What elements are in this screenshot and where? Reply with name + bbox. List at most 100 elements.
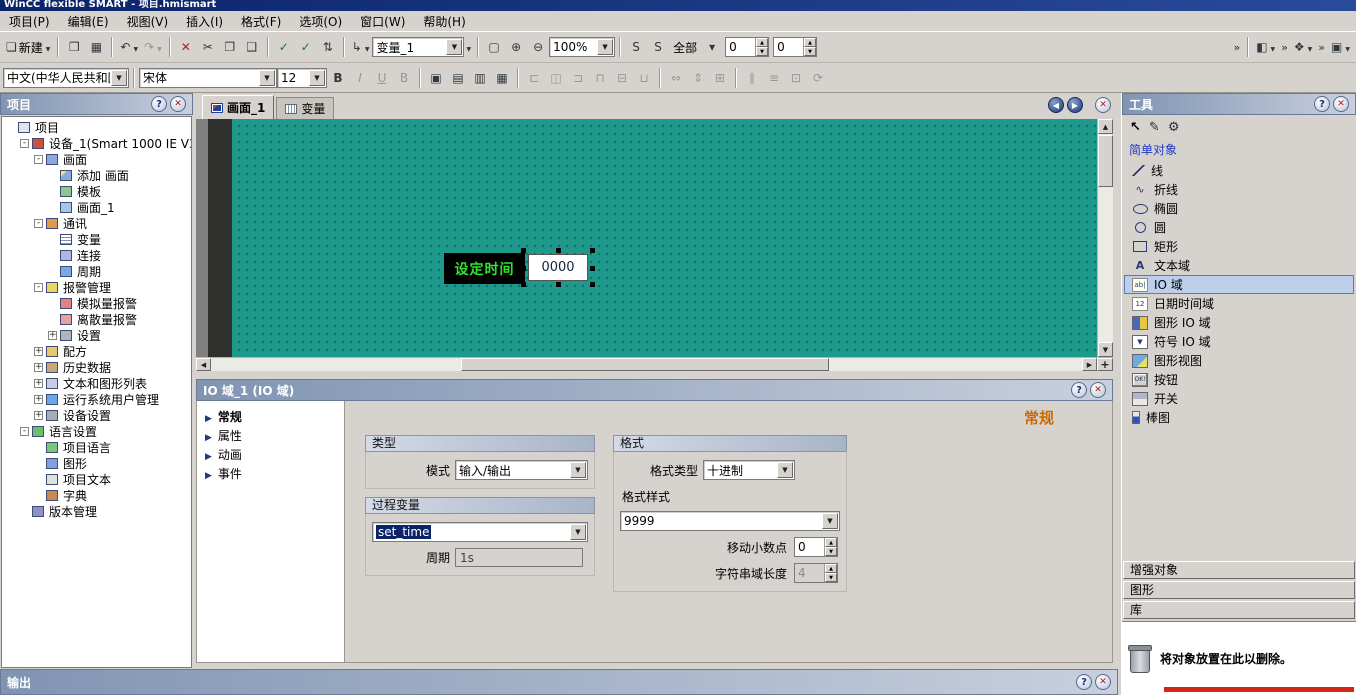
tools-section-0[interactable]: 增强对象 [1123, 561, 1355, 579]
menu-item-4[interactable]: 格式(F) [232, 11, 290, 32]
tree-item-2[interactable]: -画面 [2, 151, 191, 167]
layer-back-button[interactable]: S [647, 36, 669, 58]
language-combo[interactable]: 中文(中华人民共和国) [3, 68, 129, 88]
tree-item-14[interactable]: +配方 [2, 343, 191, 359]
tree-item-1[interactable]: -设备_1(Smart 1000 IE V3) [2, 135, 191, 151]
resize-handle[interactable] [590, 282, 595, 287]
consistency-check-button[interactable]: ✓ [273, 36, 295, 58]
tree-item-21[interactable]: 图形 [2, 455, 191, 471]
properties-nav-3[interactable]: 事件 [197, 464, 344, 483]
tree-item-7[interactable]: 变量 [2, 231, 191, 247]
time-text-label[interactable]: 设定时间 [444, 253, 525, 284]
properties-nav-1[interactable]: 属性 [197, 426, 344, 445]
menu-item-0[interactable]: 项目(P) [0, 11, 59, 32]
hmi-screen[interactable]: 设定时间 0000 [232, 119, 1097, 357]
close-icon[interactable] [170, 96, 186, 112]
paste-button[interactable]: ❑ [241, 36, 263, 58]
resize-handle[interactable] [521, 282, 526, 287]
tag-window-button[interactable]: ▣ [425, 67, 447, 89]
collapse-icon[interactable]: - [20, 427, 29, 436]
delete-button[interactable]: ✕ [175, 36, 197, 58]
tree-item-10[interactable]: -报警管理 [2, 279, 191, 295]
delete-drop-area[interactable]: 将对象放置在此以删除。 [1122, 621, 1356, 695]
x-position-spinner[interactable]: 0 [725, 37, 769, 57]
chevron-down-icon[interactable] [259, 70, 275, 86]
tree-item-19[interactable]: -语言设置 [2, 423, 191, 439]
spin-down-icon[interactable] [804, 47, 816, 56]
tree-item-12[interactable]: 离散量报警 [2, 311, 191, 327]
close-icon[interactable] [1095, 674, 1111, 690]
zoom-level-combo[interactable]: 100% [549, 37, 615, 57]
tree-item-16[interactable]: +文本和图形列表 [2, 375, 191, 391]
pencil-icon[interactable]: ✎ [1149, 120, 1160, 135]
fill-style-button[interactable]: ◧ [1253, 36, 1278, 58]
expand-icon[interactable]: + [34, 395, 43, 404]
save-button[interactable]: ▦ [85, 36, 107, 58]
resize-handle[interactable] [521, 266, 526, 271]
menu-item-6[interactable]: 窗口(W) [351, 11, 414, 32]
properties-nav-0[interactable]: 常规 [197, 407, 344, 426]
chevron-down-icon[interactable] [570, 524, 586, 540]
tool-item-5[interactable]: 文本域 [1124, 256, 1354, 275]
y-position-spinner[interactable]: 0 [773, 37, 817, 57]
scroll-down-icon[interactable] [1098, 342, 1113, 357]
help-icon[interactable] [1076, 674, 1092, 690]
chevron-down-icon[interactable] [777, 462, 793, 478]
tag-select-combo[interactable]: 变量_1 [372, 37, 464, 57]
simple-objects-section[interactable]: 简单对象 [1122, 139, 1356, 161]
layer-front-button[interactable]: S [625, 36, 647, 58]
tools-section-2[interactable]: 库 [1123, 601, 1355, 619]
spin-up-icon[interactable] [804, 38, 816, 47]
chevron-down-icon[interactable] [822, 513, 838, 529]
output-window-button[interactable]: ▤ [447, 67, 469, 89]
expand-icon[interactable]: + [34, 411, 43, 420]
select-area-button[interactable]: ▢ [483, 36, 505, 58]
chevron-down-icon[interactable] [570, 462, 586, 478]
tree-item-18[interactable]: +设备设置 [2, 407, 191, 423]
cycle-field[interactable]: 1s [455, 548, 583, 567]
resize-handle[interactable] [521, 248, 526, 253]
tool-item-9[interactable]: 符号 IO 域 [1124, 332, 1354, 351]
resize-handle[interactable] [590, 248, 595, 253]
open-button[interactable]: ❒ [63, 36, 85, 58]
undo-button[interactable]: ↶ [117, 36, 141, 58]
goto-tag-button[interactable]: ↳ [349, 36, 373, 58]
zoom-in-button[interactable]: ⊕ [505, 36, 527, 58]
pan-icon[interactable] [1097, 358, 1113, 371]
collapse-icon[interactable]: - [34, 219, 43, 228]
tool-item-0[interactable]: 线 [1124, 161, 1354, 180]
tree-item-6[interactable]: -通讯 [2, 215, 191, 231]
decimal-shift-spinner[interactable]: 0 [794, 537, 838, 557]
copy-button[interactable]: ❐ [219, 36, 241, 58]
spin-down-icon[interactable] [756, 47, 768, 56]
tool-item-10[interactable]: 图形视图 [1124, 351, 1354, 370]
toolbar-more-3[interactable]: » [1318, 41, 1325, 54]
layer-select-button[interactable]: ▾ [701, 36, 723, 58]
tool-item-2[interactable]: 椭圆 [1124, 199, 1354, 218]
menu-item-7[interactable]: 帮助(H) [414, 11, 474, 32]
tool-item-4[interactable]: 矩形 [1124, 237, 1354, 256]
tree-item-5[interactable]: 画面_1 [2, 199, 191, 215]
toolbar-more-1[interactable]: » [1233, 41, 1240, 54]
tool-item-7[interactable]: 日期时间域 [1124, 294, 1354, 313]
expand-icon[interactable]: + [34, 347, 43, 356]
new-button[interactable]: ❏新建 [3, 36, 53, 58]
tool-item-13[interactable]: 棒图 [1124, 408, 1354, 427]
collapse-icon[interactable]: - [20, 139, 29, 148]
close-icon[interactable] [1090, 382, 1106, 398]
tool-item-3[interactable]: 圆 [1124, 218, 1354, 237]
cut-button[interactable]: ✂ [197, 36, 219, 58]
scroll-up-icon[interactable] [1098, 119, 1113, 134]
pointer-icon[interactable]: ↖ [1130, 120, 1141, 135]
process-tag-combo[interactable]: set_time [372, 522, 588, 542]
tool-item-8[interactable]: 图形 IO 域 [1124, 313, 1354, 332]
collapse-icon[interactable]: - [34, 283, 43, 292]
gear-icon[interactable]: ⚙ [1168, 120, 1180, 135]
tree-item-3[interactable]: 添加 画面 [2, 167, 191, 183]
bold-button[interactable]: B [327, 67, 349, 89]
horizontal-scroll-thumb[interactable] [461, 358, 829, 371]
spin-up-icon[interactable] [756, 38, 768, 47]
tab-back-icon[interactable] [1048, 97, 1064, 113]
help-icon[interactable] [151, 96, 167, 112]
menu-item-5[interactable]: 选项(O) [290, 11, 351, 32]
